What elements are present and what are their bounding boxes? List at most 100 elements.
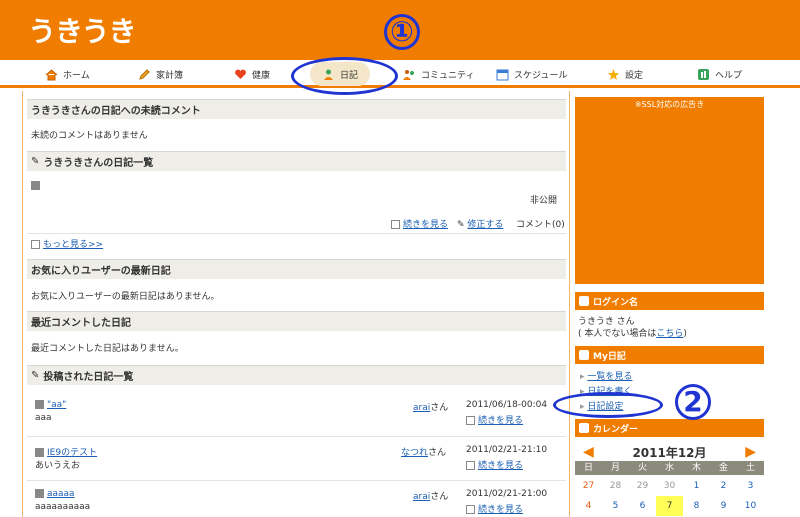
post-author[interactable]: なつれさん (401, 445, 446, 458)
calendar-day[interactable]: 2 (710, 476, 737, 496)
calendar-day[interactable]: 28 (602, 476, 629, 496)
post-date: 2011/02/21-21:10 (466, 445, 548, 455)
login-heading: ログイン名 (575, 292, 764, 310)
nav-health[interactable]: 健康 (234, 60, 270, 88)
private-label: 非公開 (530, 196, 558, 206)
doc-icon (466, 505, 475, 514)
see-more-link[interactable]: もっと見る>> (31, 237, 103, 250)
divider (27, 436, 566, 437)
calendar-day[interactable]: 5 (602, 496, 629, 516)
entry-icon (35, 489, 44, 498)
main-nav: ホーム 家計簿 健康 日記 コミュニティ スケジュール 設定 ヘルプ (0, 60, 800, 88)
divider (27, 233, 566, 234)
annotation-number-one: ① (384, 14, 420, 50)
prev-month-icon[interactable]: ◀ (583, 444, 594, 460)
recent-comments-heading: 最近コメントした日記 (27, 311, 566, 331)
nav-label: 健康 (252, 70, 271, 81)
nav-label: スケジュール (514, 70, 568, 81)
doc-icon (466, 416, 475, 425)
sidebar-link-list[interactable]: ▸ 一覧を見る (580, 369, 632, 382)
post-body: aaaaaaaaaa (35, 502, 91, 512)
annotation-ellipse-nav (291, 57, 398, 95)
nav-home[interactable]: ホーム (45, 60, 90, 88)
calendar-day[interactable]: 10 (737, 496, 764, 516)
doc-icon (31, 240, 40, 249)
post-body: aaa (35, 413, 52, 423)
posted-diaries-heading: ✎ 投稿された日記一覧 (27, 365, 566, 385)
pencil-icon: ✎ (31, 370, 40, 381)
post-title[interactable]: IE9のテスト (35, 445, 97, 458)
entry-icon[interactable] (31, 181, 43, 191)
calendar-month: 2011年12月 (632, 445, 707, 460)
annotation-ellipse-settings (553, 392, 663, 418)
nav-label: 設定 (625, 70, 644, 81)
nav-label: 家計簿 (156, 70, 184, 81)
nav-schedule[interactable]: スケジュール (496, 60, 567, 88)
comment-count: コメント(0) (516, 220, 565, 230)
calendar-day-today[interactable]: 7 (656, 496, 683, 516)
post-date: 2011/06/18-00:04 (466, 400, 548, 410)
doc-icon (466, 461, 475, 470)
calendar-day[interactable]: 29 (629, 476, 656, 496)
heart-icon (234, 68, 247, 81)
nav-settings[interactable]: 設定 (607, 60, 643, 88)
app-logo[interactable]: うきうき (28, 10, 136, 50)
nav-label: ヘルプ (715, 70, 743, 81)
ad-label: ※SSL対応の広告き (634, 100, 705, 109)
pencil-icon (138, 68, 151, 81)
post-author[interactable]: araiさん (413, 489, 448, 502)
next-month-icon[interactable]: ▶ (745, 444, 756, 460)
star-icon (607, 68, 620, 81)
post-author[interactable]: araiさん (413, 400, 448, 413)
sidebar: ※SSL対応の広告き ログイン名 うきうき さん ( 本人でない場合はこちら) … (570, 91, 800, 517)
main-content: うきうきさんの日記への未読コメント 未読のコメントはありません ✎ うきうきさん… (22, 91, 570, 517)
home-icon (45, 68, 58, 81)
calendar-day[interactable]: 30 (656, 476, 683, 496)
edit-link[interactable]: ✎ 修正する (457, 217, 503, 230)
calendar-day[interactable]: 1 (683, 476, 710, 496)
nav-community[interactable]: コミュニティ (403, 60, 474, 88)
pencil-icon (579, 350, 589, 360)
nav-kakeibo[interactable]: 家計簿 (138, 60, 183, 88)
calendar-weekdays: 日 月 火 水 木 金 土 (575, 461, 764, 475)
login-note: ( 本人でない場合はこちら) (578, 329, 687, 339)
pencil-icon: ✎ (31, 156, 40, 167)
post-read-more[interactable]: 続きを見る (466, 413, 523, 426)
calendar-day[interactable]: 4 (575, 496, 602, 516)
login-switch-link[interactable]: こちら (656, 329, 683, 339)
unread-comments-heading: うきうきさんの日記への未読コメント (27, 99, 566, 119)
nav-label: コミュニティ (421, 70, 475, 81)
help-icon (697, 68, 710, 81)
nav-help[interactable]: ヘルプ (697, 60, 742, 88)
post-title[interactable]: aaaaa (35, 489, 75, 499)
doc-icon (391, 220, 400, 229)
nav-label: ホーム (63, 70, 90, 81)
user-icon (579, 296, 589, 306)
calendar-week: 4 5 6 7 8 9 10 (575, 496, 764, 516)
ad-area[interactable]: ※SSL対応の広告き (575, 97, 764, 284)
post-title[interactable]: "aa" (35, 400, 66, 410)
calendar-month-bar: ◀ 2011年12月 ▶ (575, 443, 764, 461)
calendar-day[interactable]: 27 (575, 476, 602, 496)
favorites-text: お気に入りユーザーの最新日記はありません。 (31, 292, 220, 302)
post-read-more[interactable]: 続きを見る (466, 458, 523, 471)
divider (27, 480, 566, 481)
calendar-day[interactable]: 9 (710, 496, 737, 516)
unread-comments-text: 未読のコメントはありません (31, 131, 148, 141)
entry-icon (35, 400, 44, 409)
calendar-day[interactable]: 6 (629, 496, 656, 516)
post-read-more[interactable]: 続きを見る (466, 502, 523, 515)
entry-icon (35, 448, 44, 457)
diary-list-heading: ✎ うきうきさんの日記一覧 (27, 151, 566, 171)
calendar-icon (496, 68, 509, 81)
post-date: 2011/02/21-21:00 (466, 489, 548, 499)
calendar-icon (579, 423, 589, 433)
pencil-icon: ✎ (457, 220, 468, 230)
annotation-number-two: 2 (675, 384, 711, 420)
mydiary-heading: My日記 (575, 346, 764, 364)
recent-comments-text: 最近コメントした日記はありません。 (31, 344, 184, 354)
read-more-link[interactable]: 続きを見る (391, 217, 448, 230)
calendar-week: 27 28 29 30 1 2 3 (575, 476, 764, 496)
calendar-day[interactable]: 8 (683, 496, 710, 516)
calendar-day[interactable]: 3 (737, 476, 764, 496)
